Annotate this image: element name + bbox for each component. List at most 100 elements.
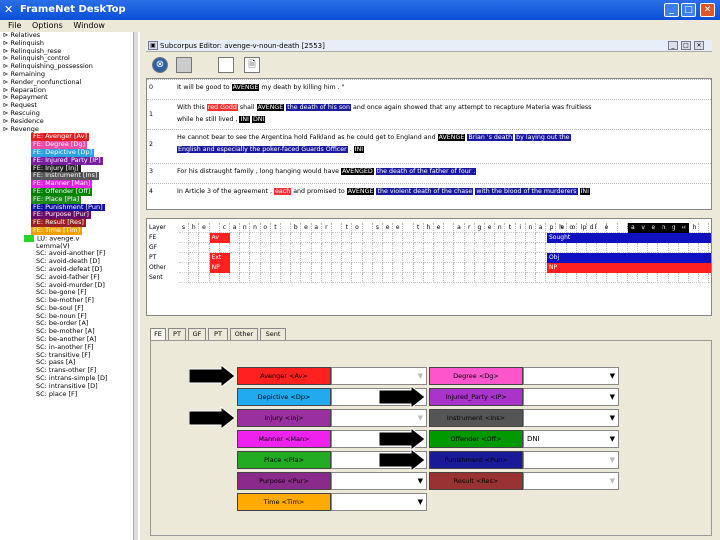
grid-cell[interactable] [678,243,689,253]
grid-cell[interactable] [423,273,434,283]
grid-cell[interactable] [444,233,455,243]
grid-cell[interactable] [515,243,526,253]
grid-cell[interactable] [332,243,343,253]
grid-cell[interactable] [362,233,373,243]
grid-cell[interactable] [668,273,679,283]
grid-cell[interactable]: s [372,223,383,233]
grid-cell[interactable] [372,263,383,273]
grid-cell[interactable] [189,233,200,243]
menu-file[interactable]: File [8,21,21,30]
frame-close-button[interactable]: ✕ [694,41,704,50]
layer-tab[interactable]: Sent [260,328,286,340]
grid-cell[interactable] [485,253,496,263]
document-icon[interactable] [176,57,192,73]
grid-cell[interactable] [587,243,598,253]
grid-cell[interactable] [260,233,271,243]
grid-cell[interactable] [291,233,302,243]
fe-dropdown[interactable]: ▼ [523,388,619,406]
file-icon[interactable]: 🗎 [244,57,260,73]
grid-fe-mark[interactable]: Ext [209,253,230,263]
grid-cell[interactable] [219,273,230,283]
grid-cell[interactable]: e [485,223,496,233]
grid-cell[interactable] [240,263,251,273]
grid-fe-mark[interactable]: NP [209,263,230,273]
grid-cell[interactable] [179,243,190,253]
grid-cell[interactable] [536,273,547,283]
grid-cell[interactable] [199,253,210,263]
grid-cell[interactable] [454,253,465,263]
grid-cell[interactable] [383,273,394,283]
grid-cell[interactable] [423,233,434,243]
grid-cell[interactable] [403,273,414,283]
grid-cell[interactable] [434,263,445,273]
grid-cell[interactable] [536,243,547,253]
grid-cell[interactable] [515,233,526,243]
grid-cell[interactable] [474,243,485,253]
grid-cell[interactable] [454,233,465,243]
grid-cell[interactable] [403,223,414,233]
grid-cell[interactable] [413,243,424,253]
fe-button[interactable]: Time <Tim> [237,493,331,511]
grid-cell[interactable] [627,243,638,253]
fe-button[interactable]: Result <Res> [429,472,523,490]
grid-cell[interactable] [485,243,496,253]
grid-cell[interactable] [281,273,292,283]
grid-cell[interactable] [352,273,363,283]
grid-cell[interactable] [352,243,363,253]
grid-cell[interactable] [689,273,700,283]
grid-cell[interactable] [301,263,312,273]
grid-cell[interactable] [342,233,353,243]
fe-dropdown[interactable]: ▼ [523,451,619,469]
grid-cell[interactable]: n [525,223,536,233]
grid-cell[interactable] [587,273,598,283]
grid-cell[interactable] [434,233,445,243]
grid-cell[interactable] [189,273,200,283]
grid-cell[interactable] [321,243,332,253]
tree-lu-child[interactable]: SC: place [F] [0,390,137,399]
grid-cell[interactable] [699,273,710,283]
grid-cell[interactable] [566,273,577,283]
grid-cell[interactable] [383,263,394,273]
grid-cell[interactable] [281,223,292,233]
grid-cell[interactable] [495,243,506,253]
frame-maximize-button[interactable]: □ [681,41,691,50]
grid-cell[interactable]: b [291,223,302,233]
grid-row[interactable]: Sent [147,273,711,283]
grid-cell[interactable]: t [505,223,516,233]
grid-cell[interactable] [485,263,496,273]
grid-fe-mark[interactable]: Sought [547,233,711,243]
grid-cell[interactable] [250,273,261,283]
grid-cell[interactable] [617,243,628,253]
grid-cell[interactable] [362,223,373,233]
grid-cell[interactable]: a [454,223,465,233]
grid-cell[interactable] [311,233,322,243]
layer-tab[interactable]: GF [188,328,206,340]
grid-cell[interactable] [607,243,618,253]
grid-cell[interactable] [444,243,455,253]
grid-cell[interactable] [362,253,373,263]
grid-cell[interactable] [199,263,210,273]
grid-cell[interactable] [332,273,343,283]
grid-cell[interactable] [199,273,210,283]
fe-dropdown[interactable]: ▼ [331,409,427,427]
grid-cell[interactable] [668,243,679,253]
sentence-row[interactable]: 2 He cannot bear to see the Argentina hol… [147,129,711,163]
layer-tab[interactable]: Other [230,328,258,340]
grid-cell[interactable] [474,273,485,283]
layout-icon[interactable] [218,57,234,73]
sentence-row[interactable]: 1 With this red Godd shall AVENGE the dea… [147,99,711,133]
grid-cell[interactable] [709,223,711,233]
fe-button[interactable]: Instrument <Ins> [429,409,523,427]
grid-cell[interactable] [383,243,394,253]
grid-cell[interactable]: e [434,223,445,233]
grid-cell[interactable] [648,273,659,283]
sentence-row[interactable]: 4 In Article 3 of the agreement , each an… [147,183,711,203]
grid-cell[interactable] [576,273,587,283]
grid-cell[interactable] [270,233,281,243]
grid-cell[interactable] [495,263,506,273]
grid-cell[interactable] [250,243,261,253]
grid-cell[interactable]: n [240,223,251,233]
grid-cell[interactable] [495,253,506,263]
grid-cell[interactable] [240,273,251,283]
grid-cell[interactable] [454,273,465,283]
